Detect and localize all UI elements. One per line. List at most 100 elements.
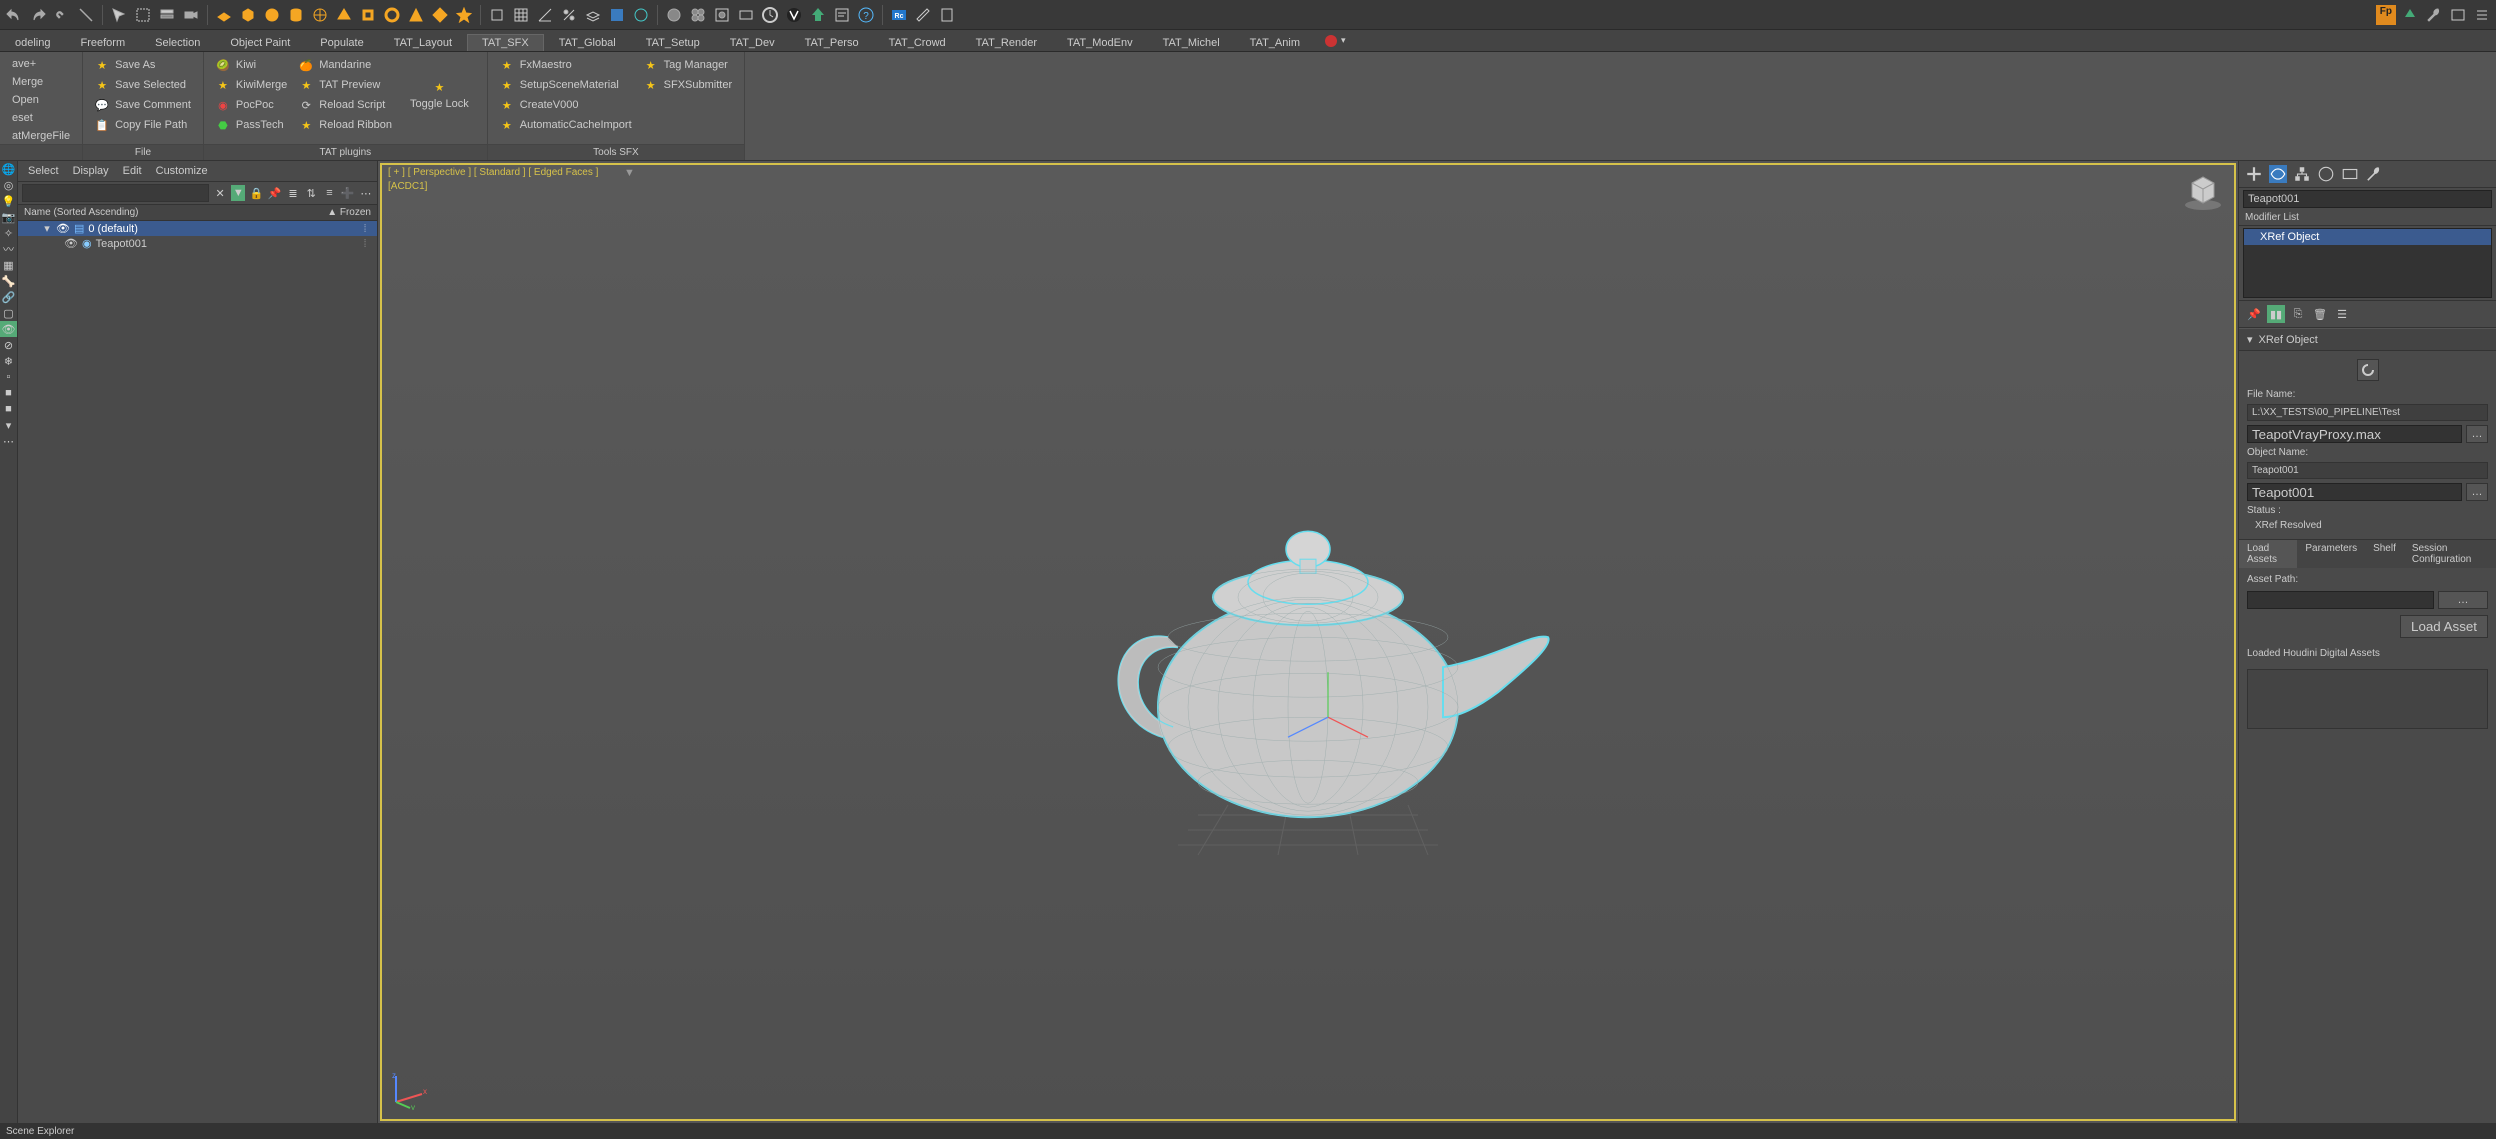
tab-parameters[interactable]: Parameters (2297, 540, 2365, 568)
eye-icon[interactable]: 👁 (64, 237, 78, 250)
tab-tat-sfx[interactable]: TAT_SFX (467, 34, 544, 51)
viewport-filter-icon[interactable]: ▼ (624, 167, 635, 179)
display-tab-icon[interactable] (2341, 165, 2359, 183)
layer-icon[interactable] (583, 5, 603, 25)
vtool-group-icon[interactable]: ▦ (0, 257, 17, 273)
vtool-link-icon[interactable]: 🔗 (0, 289, 17, 305)
pin-icon[interactable]: 📌 (268, 185, 282, 201)
vtool-globe-icon[interactable]: 🌐 (0, 161, 17, 177)
snap-grid-icon[interactable] (511, 5, 531, 25)
tab-tat-render[interactable]: TAT_Render (961, 34, 1052, 51)
vtool-light-icon[interactable]: 💡 (0, 193, 17, 209)
select-icon[interactable] (109, 5, 129, 25)
tree-row-root[interactable]: ▾ 👁 ▤ 0 (default) ⁞ (18, 221, 377, 236)
tab-tat-crowd[interactable]: TAT_Crowd (874, 34, 961, 51)
ribbon-item-auto-cache-import[interactable]: ★AutomaticCacheImport (494, 116, 638, 134)
ribbon-item-save-as[interactable]: ★Save As (89, 56, 197, 74)
primitive-pyramid-icon[interactable] (406, 5, 426, 25)
tab-freeform[interactable]: Freeform (65, 34, 140, 51)
ribbon-item-save-plus[interactable]: ave+ (6, 56, 76, 72)
ribbon-item-setup-scene-material[interactable]: ★SetupSceneMaterial (494, 76, 638, 94)
primitive-cone-icon[interactable] (334, 5, 354, 25)
snap-angle-icon[interactable] (535, 5, 555, 25)
ribbon-item-tag-manager[interactable]: ★Tag Manager (638, 56, 738, 74)
ribbon-item-save-selected[interactable]: ★Save Selected (89, 76, 197, 94)
vtool-show-icon[interactable]: 👁 (0, 321, 17, 337)
vtool-warp-icon[interactable]: 〰 (0, 241, 17, 257)
ruler-icon[interactable] (913, 5, 933, 25)
sort-icon[interactable]: ⇅ (304, 185, 318, 201)
ribbon-item-open[interactable]: Open (6, 92, 76, 108)
modify-tab-icon[interactable] (2269, 165, 2287, 183)
tree-twisty-icon[interactable]: ▾ (42, 222, 52, 235)
scene-menu-display[interactable]: Display (73, 165, 109, 177)
column-name[interactable]: Name (Sorted Ascending) (24, 207, 139, 218)
ribbon-item-atmergefile[interactable]: atMergeFile (6, 128, 76, 144)
vray-icon[interactable] (784, 5, 804, 25)
ribbon-item-merge[interactable]: Merge (6, 74, 76, 90)
tab-object-paint[interactable]: Object Paint (215, 34, 305, 51)
tab-tat-modenv[interactable]: TAT_ModEnv (1052, 34, 1148, 51)
ribbon-item-toggle-lock[interactable]: ★ Toggle Lock (398, 56, 481, 134)
ribbon-item-reset[interactable]: eset (6, 110, 76, 126)
clear-icon[interactable]: ✕ (213, 185, 227, 201)
scene-menu-customize[interactable]: Customize (156, 165, 208, 177)
eye-icon[interactable]: 👁 (56, 222, 70, 235)
ribbon-item-createv000[interactable]: ★CreateV000 (494, 96, 638, 114)
tab-tat-global[interactable]: TAT_Global (544, 34, 631, 51)
vtool-target-icon[interactable]: ◎ (0, 177, 17, 193)
blue-toggle-icon[interactable] (607, 5, 627, 25)
ribbon-item-copy-path[interactable]: 📋Copy File Path (89, 116, 197, 134)
notepad-icon[interactable] (937, 5, 957, 25)
vtool-funnel-icon[interactable]: ▾ (0, 417, 17, 433)
lock-icon[interactable]: 🔒 (249, 185, 263, 201)
primitive-tube-icon[interactable] (358, 5, 378, 25)
isolate-icon[interactable] (487, 5, 507, 25)
ribbon-item-passtech[interactable]: ⬣PassTech (210, 116, 293, 134)
vtool-gray-icon[interactable]: ■ (0, 385, 17, 401)
render-frame-icon[interactable] (736, 5, 756, 25)
tab-tat-michel[interactable]: TAT_Michel (1148, 34, 1235, 51)
remove-mod-icon[interactable]: 🗑 (2311, 305, 2329, 323)
scene-menu-edit[interactable]: Edit (123, 165, 142, 177)
ribbon-item-tat-preview[interactable]: ★TAT Preview (293, 76, 398, 94)
xref-update-button[interactable] (2357, 359, 2379, 381)
material-quad-icon[interactable] (688, 5, 708, 25)
tab-tat-perso[interactable]: TAT_Perso (790, 34, 874, 51)
material-slot-icon[interactable] (664, 5, 684, 25)
tab-load-assets[interactable]: Load Assets (2239, 540, 2297, 568)
file-name-input[interactable] (2247, 425, 2462, 443)
undo-icon[interactable] (4, 5, 24, 25)
column-frozen[interactable]: ▲ Frozen (327, 207, 371, 218)
add-layer-icon[interactable]: ➕ (341, 185, 355, 201)
viewport-frame[interactable]: [ + ] [ Perspective ] [ Standard ] [ Edg… (380, 163, 2236, 1121)
motion-tab-icon[interactable] (2317, 165, 2335, 183)
rollout-header-xref[interactable]: ▾ XRef Object (2239, 328, 2496, 351)
tab-populate[interactable]: Populate (305, 34, 378, 51)
tab-session-config[interactable]: Session Configuration (2404, 540, 2496, 568)
tab-selection[interactable]: Selection (140, 34, 215, 51)
viewcube[interactable] (2182, 171, 2224, 213)
object-name-field[interactable]: Teapot001 (2243, 190, 2492, 208)
vtool-dark-icon[interactable]: ■ (0, 401, 17, 417)
hierarchy-tab-icon[interactable] (2293, 165, 2311, 183)
scene-menu-select[interactable]: Select (28, 165, 59, 177)
select-rect-icon[interactable] (133, 5, 153, 25)
vtool-misc-icon[interactable]: ⋯ (0, 433, 17, 449)
window-icon[interactable] (2448, 5, 2468, 25)
wrench-icon[interactable] (2424, 5, 2444, 25)
filter-selected-icon[interactable]: ▼ (231, 185, 245, 201)
ribbon-item-pocpoc[interactable]: ◉PocPoc (210, 96, 293, 114)
list-icon[interactable] (2472, 5, 2492, 25)
ribbon-item-sfx-submitter[interactable]: ★SFXSubmitter (638, 76, 738, 94)
pin-stack-icon[interactable]: 📌 (2245, 305, 2263, 323)
render-icon[interactable] (760, 5, 780, 25)
primitive-cylinder-icon[interactable] (286, 5, 306, 25)
loaded-hda-list[interactable] (2247, 669, 2488, 729)
link-icon[interactable] (52, 5, 72, 25)
show-end-icon[interactable]: ▮▮ (2267, 305, 2285, 323)
vtool-bone-icon[interactable]: 🦴 (0, 273, 17, 289)
asset-browse-button[interactable]: … (2438, 591, 2488, 609)
utilities-tab-icon[interactable] (2365, 165, 2383, 183)
tab-tat-layout[interactable]: TAT_Layout (379, 34, 467, 51)
